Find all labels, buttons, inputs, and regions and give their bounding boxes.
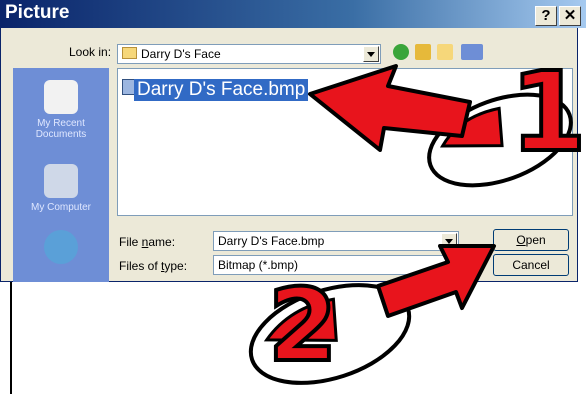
new-folder-icon[interactable] (437, 44, 453, 60)
back-icon[interactable] (393, 44, 409, 60)
place-recent-documents[interactable]: My Recent Documents (13, 80, 109, 140)
file-type-label: Files of type: (119, 259, 188, 273)
places-bar: My Recent Documents My Computer (13, 68, 109, 282)
look-in-value: Darry D's Face (141, 47, 221, 61)
mouse-2-icon (248, 283, 412, 385)
file-list[interactable]: Darry D's Face.bmp (117, 68, 573, 216)
document-edge (10, 282, 12, 394)
my-computer-icon (44, 164, 78, 198)
step-2-numeral: 2 (268, 267, 338, 384)
views-menu-icon[interactable] (461, 44, 483, 60)
cancel-button[interactable]: Cancel (493, 254, 569, 276)
title-bar: Picture ? ✕ (1, 0, 586, 28)
place-label: My Computer (30, 202, 91, 213)
file-name-field[interactable]: Darry D's Face.bmp (213, 231, 459, 251)
file-item-selected[interactable]: Darry D's Face.bmp (134, 79, 309, 101)
dialog-title: Picture (5, 2, 70, 23)
chevron-down-icon[interactable] (441, 233, 457, 249)
place-network[interactable] (13, 230, 109, 268)
file-name-label: File name: (119, 235, 176, 249)
open-picture-dialog: Picture ? ✕ Look in: Darry D's Face My R… (0, 0, 586, 282)
open-button[interactable]: Open (493, 229, 569, 251)
close-button[interactable]: ✕ (559, 6, 581, 26)
file-type-value: Bitmap (*.bmp) (218, 258, 299, 272)
look-in-dropdown[interactable]: Darry D's Face (117, 44, 381, 64)
file-type-dropdown[interactable]: Bitmap (*.bmp) (213, 255, 459, 275)
help-button[interactable]: ? (535, 6, 557, 26)
place-label: My Recent Documents (35, 118, 87, 140)
place-my-computer[interactable]: My Computer (13, 164, 109, 213)
folder-icon (122, 47, 137, 59)
file-name-value: Darry D's Face.bmp (218, 234, 325, 248)
network-icon (44, 230, 78, 264)
look-in-label: Look in: (69, 45, 112, 59)
chevron-down-icon[interactable] (363, 46, 379, 62)
recent-documents-icon (44, 80, 78, 114)
up-folder-icon[interactable] (415, 44, 431, 60)
